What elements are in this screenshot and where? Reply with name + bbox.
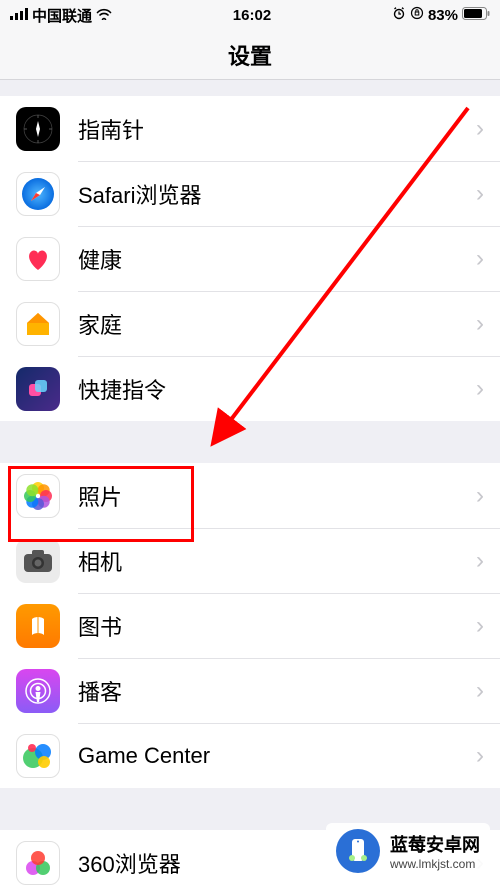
- chevron-right-icon: ›: [476, 180, 500, 208]
- books-icon: [16, 604, 60, 648]
- status-left: 中国联通: [10, 5, 112, 26]
- row-label: Safari浏览器: [78, 178, 476, 210]
- row-label: 快捷指令: [78, 373, 476, 405]
- row-label: 健康: [78, 243, 476, 275]
- row-safari[interactable]: Safari浏览器 ›: [0, 161, 500, 226]
- row-label: Game Center: [78, 743, 476, 769]
- status-right: 83%: [392, 6, 490, 24]
- signal-icon: [10, 7, 28, 24]
- wifi-icon: [96, 7, 112, 24]
- 360-icon: [16, 841, 60, 885]
- settings-group-2: 照片 › 相机 › 图书 › 播客 › Game Center ›: [0, 463, 500, 788]
- chevron-right-icon: ›: [476, 547, 500, 575]
- watermark-icon: [336, 829, 380, 873]
- row-health[interactable]: 健康 ›: [0, 226, 500, 291]
- row-photos[interactable]: 照片 ›: [0, 463, 500, 528]
- chevron-right-icon: ›: [476, 612, 500, 640]
- row-label: 相机: [78, 545, 476, 577]
- chevron-right-icon: ›: [476, 245, 500, 273]
- row-camera[interactable]: 相机 ›: [0, 528, 500, 593]
- orientation-lock-icon: [410, 6, 424, 24]
- podcasts-icon: [16, 669, 60, 713]
- row-home[interactable]: 家庭 ›: [0, 291, 500, 356]
- row-books[interactable]: 图书 ›: [0, 593, 500, 658]
- compass-icon: [16, 107, 60, 151]
- health-icon: [16, 237, 60, 281]
- gamecenter-icon: [16, 734, 60, 778]
- row-label: 图书: [78, 610, 476, 642]
- page-title: 设置: [228, 39, 272, 71]
- row-label: 家庭: [78, 308, 476, 340]
- chevron-right-icon: ›: [476, 375, 500, 403]
- photos-icon: [16, 474, 60, 518]
- safari-icon: [16, 172, 60, 216]
- section-gap: [0, 421, 500, 463]
- row-shortcuts[interactable]: 快捷指令 ›: [0, 356, 500, 421]
- battery-icon: [462, 7, 490, 24]
- watermark-title: 蓝莓安卓网: [390, 831, 480, 857]
- carrier-label: 中国联通: [32, 5, 92, 26]
- section-gap: [0, 80, 500, 96]
- chevron-right-icon: ›: [476, 482, 500, 510]
- settings-group-1: 指南针 › Safari浏览器 › 健康 › 家庭 › 快捷指令 ›: [0, 96, 500, 421]
- row-label: 指南针: [78, 113, 476, 145]
- chevron-right-icon: ›: [476, 677, 500, 705]
- battery-pct: 83%: [428, 7, 458, 24]
- alarm-icon: [392, 6, 406, 24]
- home-icon: [16, 302, 60, 346]
- camera-icon: [16, 539, 60, 583]
- watermark-text: 蓝莓安卓网 www.lmkjst.com: [390, 831, 480, 871]
- chevron-right-icon: ›: [476, 115, 500, 143]
- chevron-right-icon: ›: [476, 310, 500, 338]
- chevron-right-icon: ›: [476, 742, 500, 770]
- row-label: 照片: [78, 480, 476, 512]
- row-podcasts[interactable]: 播客 ›: [0, 658, 500, 723]
- status-time: 16:02: [233, 7, 271, 24]
- nav-bar: 设置: [0, 30, 500, 80]
- row-gamecenter[interactable]: Game Center ›: [0, 723, 500, 788]
- status-bar: 中国联通 16:02 83%: [0, 0, 500, 30]
- watermark-url: www.lmkjst.com: [390, 857, 480, 871]
- row-compass[interactable]: 指南针 ›: [0, 96, 500, 161]
- row-label: 播客: [78, 675, 476, 707]
- watermark: 蓝莓安卓网 www.lmkjst.com: [326, 823, 490, 879]
- shortcuts-icon: [16, 367, 60, 411]
